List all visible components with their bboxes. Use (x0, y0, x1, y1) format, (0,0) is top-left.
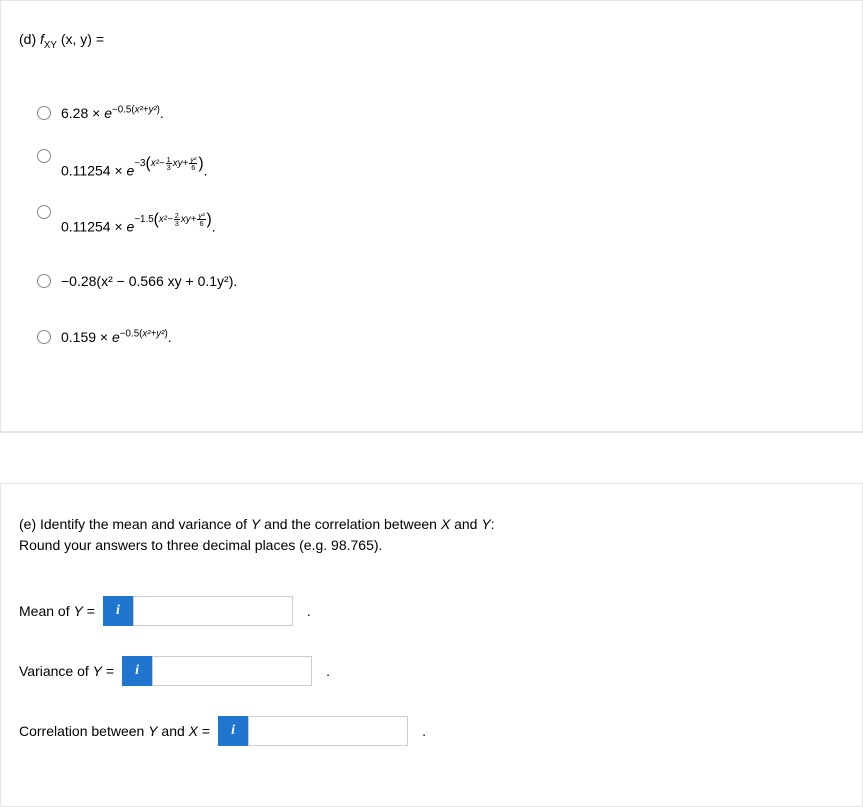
correlation-label: Correlation between Y and X = (19, 723, 210, 739)
input-group: Mean of Y = i . Variance of Y = i . Corr… (19, 596, 844, 746)
correlation-input[interactable] (248, 716, 408, 746)
b-f1d: 3 (166, 164, 172, 171)
b-coef: 0.11254 × (61, 162, 127, 178)
corr-lb: and (158, 723, 189, 739)
d-sub: XY (44, 40, 57, 51)
d-args: (x, y) = (61, 31, 104, 47)
c-frac1: 23 (173, 212, 181, 228)
e-l1c: and (450, 516, 481, 532)
e-exp-in: x²+y² (142, 328, 164, 339)
option-c[interactable]: 0.11254 × e−1.5(x²−23xy+y²6). (37, 203, 844, 247)
option-e-text: 0.159 × e−0.5(x²+y²). (61, 326, 172, 348)
c-minus: −1.5 (134, 214, 153, 225)
e-coef: 0.159 × (61, 329, 112, 345)
e-x1: X (441, 516, 450, 532)
c-x2: x²− (159, 214, 173, 225)
option-e[interactable]: 0.159 × e−0.5(x²+y²). (37, 315, 844, 359)
info-icon[interactable]: i (103, 596, 133, 626)
option-d-text: −0.28(x² − 0.566 xy + 0.1y²). (61, 270, 237, 292)
option-a-text: 6.28 × e−0.5(x²+y²). (61, 102, 164, 124)
e-l2: Round your answers to three decimal plac… (19, 537, 382, 553)
a-exp-pre: −0.5( (112, 104, 135, 115)
mean-period: . (307, 603, 311, 619)
e-y2: Y (481, 516, 490, 532)
a-tail: . (160, 105, 164, 121)
c-f2d: 6 (197, 220, 205, 227)
variance-row: Variance of Y = i . (19, 656, 844, 686)
var-period: . (326, 663, 330, 679)
radio-d[interactable] (37, 274, 51, 288)
part-d-label: (d) fXY (x, y) = (19, 31, 844, 51)
e-tail: . (168, 329, 172, 345)
variance-label: Variance of Y = (19, 663, 114, 679)
b-lp: ( (146, 155, 151, 172)
part-e-section: (e) Identify the mean and variance of Y … (0, 483, 863, 807)
option-a[interactable]: 6.28 × e−0.5(x²+y²). (37, 91, 844, 135)
corr-la: Correlation between (19, 723, 148, 739)
option-d[interactable]: −0.28(x² − 0.566 xy + 0.1y²). (37, 259, 844, 303)
variance-input[interactable] (152, 656, 312, 686)
option-c-text: 0.11254 × e−1.5(x²−23xy+y²6). (61, 212, 216, 238)
a-coef: 6.28 × (61, 105, 104, 121)
mean-eq: = (83, 603, 95, 619)
info-icon[interactable]: i (218, 716, 248, 746)
var-la: Variance of (19, 663, 93, 679)
b-mid: xy+ (173, 158, 189, 169)
c-tail: . (212, 218, 216, 234)
part-e-prompt: (e) Identify the mean and variance of Y … (19, 514, 844, 556)
option-b[interactable]: 0.11254 × e−3(x²−13xy+y²6). (37, 147, 844, 191)
mean-label: Mean of Y = (19, 603, 95, 619)
radio-c[interactable] (37, 205, 51, 219)
c-mid: xy+ (181, 214, 197, 225)
c-rp: ) (207, 211, 212, 228)
a-e: e (104, 105, 112, 121)
mean-row: Mean of Y = i . (19, 596, 844, 626)
correlation-row: Correlation between Y and X = i . (19, 716, 844, 746)
d-prefix: (d) (19, 31, 40, 47)
e-l1d: : (491, 516, 495, 532)
b-x2: x²− (151, 158, 165, 169)
corr-y: Y (148, 723, 157, 739)
radio-a[interactable] (37, 106, 51, 120)
corr-period: . (422, 723, 426, 739)
b-tail: . (204, 162, 208, 178)
b-f2d: 6 (189, 164, 197, 171)
c-coef: 0.11254 × (61, 218, 127, 234)
corr-eq: = (198, 723, 210, 739)
c-f1d: 3 (174, 220, 180, 227)
radio-b[interactable] (37, 149, 51, 163)
option-b-text: 0.11254 × e−3(x²−13xy+y²6). (61, 156, 208, 182)
options-group: 6.28 × e−0.5(x²+y²). 0.11254 × e−3(x²−13… (19, 91, 844, 359)
e-y1: Y (251, 516, 260, 532)
b-rp: ) (198, 155, 203, 172)
mean-input[interactable] (133, 596, 293, 626)
info-icon[interactable]: i (122, 656, 152, 686)
c-frac2: y²6 (196, 212, 206, 228)
corr-x: X (189, 723, 198, 739)
mean-y: Y (73, 603, 82, 619)
e-l1b: and the correlation between (260, 516, 441, 532)
part-d-section: (d) fXY (x, y) = 6.28 × e−0.5(x²+y²). 0.… (1, 1, 862, 432)
b-frac2: y²6 (188, 156, 198, 172)
c-lp: ( (154, 211, 159, 228)
var-y: Y (93, 663, 102, 679)
e-l1a: (e) Identify the mean and variance of (19, 516, 251, 532)
b-minus: −3 (134, 158, 145, 169)
mean-la: Mean of (19, 603, 73, 619)
a-exp-in: x²+y² (135, 104, 157, 115)
radio-e[interactable] (37, 330, 51, 344)
var-eq: = (102, 663, 114, 679)
e-e: e (112, 329, 120, 345)
b-frac1: 13 (165, 156, 173, 172)
e-exp-pre: −0.5( (120, 328, 143, 339)
